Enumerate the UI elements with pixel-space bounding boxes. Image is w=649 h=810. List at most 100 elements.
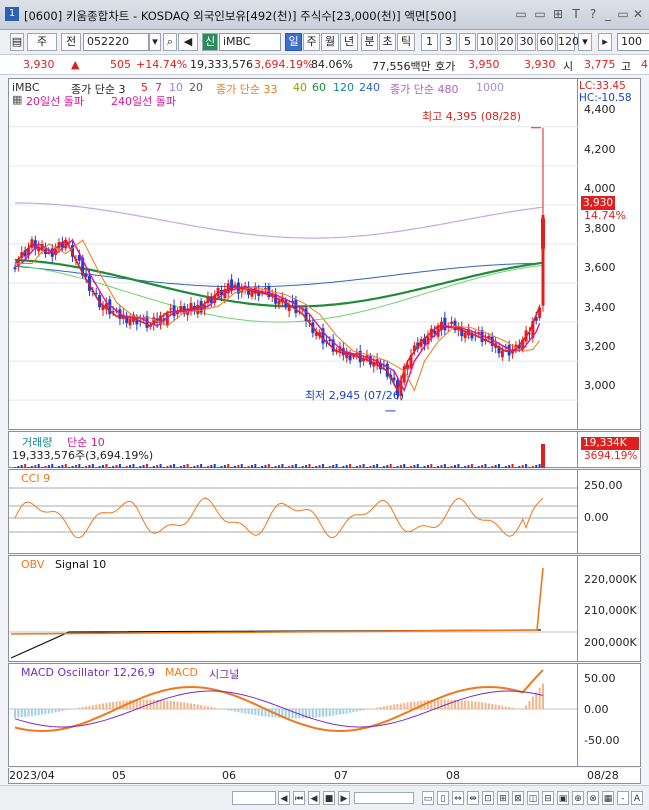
- signal-20-break: 20일선 돌파: [26, 95, 84, 108]
- macd-osc-bar: [20, 709, 23, 718]
- font-increase-icon[interactable]: A: [631, 791, 643, 805]
- period-day[interactable]: 일: [285, 33, 302, 51]
- interval-spin-icon[interactable]: ▸: [598, 33, 612, 51]
- cci-panel[interactable]: CCI 9: [8, 469, 579, 554]
- interval-60[interactable]: 60: [537, 33, 556, 51]
- count-input[interactable]: 100: [617, 33, 649, 51]
- lc-value: LC:33.45: [579, 80, 626, 92]
- grid-toggle-icon[interactable]: ▦: [602, 791, 614, 805]
- candle-body: [351, 356, 355, 358]
- period-second[interactable]: 초: [379, 33, 396, 51]
- volume-bar: [47, 465, 50, 468]
- macd-osc-bar: [203, 705, 206, 709]
- macd-osc-bar: [206, 706, 209, 709]
- tool-icon-4[interactable]: ◫: [527, 791, 539, 805]
- macd-osc-bar: [44, 709, 47, 715]
- calendar-icon[interactable]: ▦: [12, 93, 22, 106]
- macd-osc-bar: [376, 707, 379, 709]
- macd-osc-bar: [61, 709, 64, 712]
- stock-name-input[interactable]: iMBC: [219, 33, 281, 51]
- macd-osc-bar: [230, 709, 233, 711]
- fit-icon[interactable]: ⇔: [452, 791, 464, 805]
- macd-osc-bar: [41, 709, 44, 715]
- code-input[interactable]: 052220: [83, 33, 149, 51]
- period-month[interactable]: 월: [321, 33, 339, 51]
- restore-icon[interactable]: ▭: [514, 7, 528, 21]
- x-label-08: 08: [446, 769, 460, 782]
- interval-20[interactable]: 20: [497, 33, 516, 51]
- obv-panel[interactable]: OBV Signal 10: [8, 555, 579, 662]
- search-icon[interactable]: ⌕: [163, 33, 177, 51]
- macd-osc-bar: [179, 701, 182, 709]
- volume-bar: [328, 466, 331, 468]
- mode-select[interactable]: 주: [27, 33, 57, 51]
- volume-bar: [271, 467, 274, 468]
- volume-bar: [95, 467, 98, 468]
- stop-icon[interactable]: ■: [323, 791, 335, 805]
- volume-bar: [14, 467, 16, 468]
- macd-osc-bar: [159, 700, 162, 709]
- volume-bar: [315, 466, 318, 468]
- split-icon[interactable]: ▯: [437, 791, 449, 805]
- period-year[interactable]: 년: [340, 33, 358, 51]
- market-select[interactable]: 전: [61, 33, 81, 51]
- volume-bar: [223, 465, 226, 468]
- tool-icon-1[interactable]: ⊡: [482, 791, 494, 805]
- interval-3[interactable]: 3: [440, 33, 457, 51]
- volume-bar: [169, 465, 172, 468]
- window-icon[interactable]: ▭: [533, 7, 547, 21]
- interval-120[interactable]: 120: [557, 33, 579, 51]
- macd-osc-bar: [247, 709, 250, 715]
- macd-osc-bar: [474, 701, 477, 709]
- text-icon[interactable]: T: [569, 7, 583, 21]
- tool-icon-5[interactable]: ⊟: [542, 791, 554, 805]
- macd-osc-bar: [95, 704, 98, 709]
- compress-icon[interactable]: ⇹: [467, 791, 479, 805]
- volume-bar: [386, 465, 389, 468]
- volume-bar: [34, 465, 37, 468]
- prev-icon[interactable]: ◀: [308, 791, 320, 805]
- volume-bar: [531, 466, 534, 468]
- volume-bar: [511, 464, 514, 468]
- period-minute[interactable]: 분: [361, 33, 378, 51]
- font-icon[interactable]: ⊗: [587, 791, 599, 805]
- help-icon[interactable]: ?: [586, 7, 600, 21]
- tool-icon-7[interactable]: ⊕: [572, 791, 584, 805]
- speaker-icon[interactable]: ◀: [178, 33, 198, 51]
- tool-icon-2[interactable]: ⊞: [497, 791, 509, 805]
- volume-bar: [430, 464, 433, 468]
- scroll-track[interactable]: [232, 791, 276, 805]
- price-chart-panel[interactable]: iMBC 종가 단순 3 5 7 10 20 종가 단순 33 40 60 12…: [8, 78, 579, 430]
- legend-ma480: 종가 단순 480: [390, 83, 459, 96]
- maximize-icon[interactable]: ▭: [616, 7, 630, 21]
- tool-icon-6[interactable]: ▣: [557, 791, 569, 805]
- turnover-rate: 84.06%: [311, 58, 353, 71]
- scroll-left-icon[interactable]: ◀: [278, 791, 290, 805]
- macd-osc-bar: [531, 696, 534, 709]
- close-icon[interactable]: ✕: [631, 7, 645, 21]
- first-icon[interactable]: ⏮: [293, 791, 305, 805]
- new-button[interactable]: 신: [202, 33, 218, 51]
- interval-1[interactable]: 1: [421, 33, 438, 51]
- interval-10[interactable]: 10: [477, 33, 496, 51]
- grid-icon[interactable]: ⊞: [551, 7, 565, 21]
- obv-title: OBV: [21, 558, 45, 571]
- minimize-icon[interactable]: _: [601, 7, 615, 21]
- volume-panel[interactable]: 거래량 단순 10 19,333,576주(3,694.19%): [8, 431, 578, 468]
- interval-dropdown-icon[interactable]: ▾: [578, 33, 592, 51]
- interval-30[interactable]: 30: [517, 33, 536, 51]
- volume-bar: [91, 464, 94, 468]
- cci-title: CCI 9: [21, 472, 51, 485]
- period-week[interactable]: 주: [303, 33, 320, 51]
- macd-panel[interactable]: MACD Oscillator 12,26,9 MACD 시그널: [8, 663, 579, 767]
- tool-icon-3[interactable]: ⊠: [512, 791, 524, 805]
- interval-5[interactable]: 5: [459, 33, 476, 51]
- font-decrease-icon[interactable]: -: [617, 791, 629, 805]
- zoom-slider[interactable]: [354, 792, 414, 804]
- zoom-out-icon[interactable]: ▭: [422, 791, 434, 805]
- menu-icon[interactable]: ▤: [10, 33, 24, 51]
- next-icon[interactable]: ▶: [338, 791, 350, 805]
- macd-osc-bar: [91, 705, 94, 709]
- period-tick[interactable]: 틱: [397, 33, 415, 51]
- code-dropdown-icon[interactable]: ▾: [149, 33, 161, 51]
